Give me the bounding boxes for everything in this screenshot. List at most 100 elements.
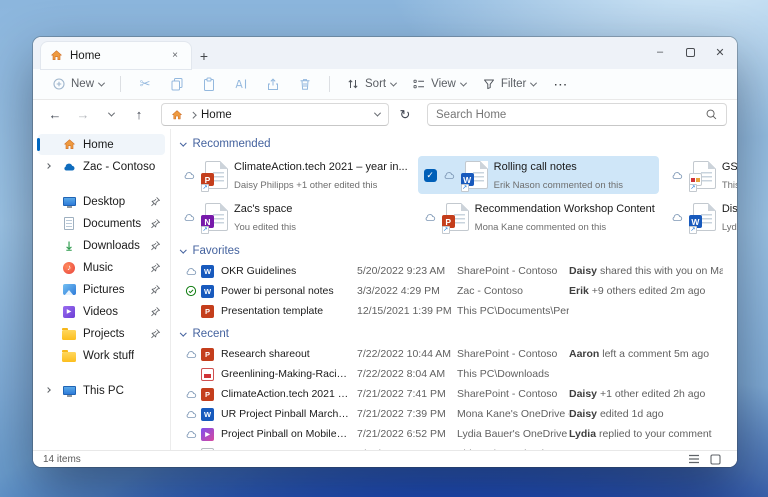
file-title: Discussion topics 1: [722, 203, 737, 215]
breadcrumb-item-home[interactable]: Home: [201, 109, 232, 121]
sidebar-item-this-pc[interactable]: This PC: [38, 380, 165, 401]
copy-icon: [170, 77, 184, 91]
sidebar-item-videos[interactable]: ▶ Videos: [38, 301, 165, 322]
sidebar-item-home[interactable]: Home: [38, 134, 165, 155]
file-name: Research shareout: [221, 348, 357, 360]
expand-chevron-icon[interactable]: [45, 387, 51, 393]
close-button[interactable]: ✕: [705, 37, 735, 67]
collapse-chevron-icon[interactable]: [180, 246, 186, 252]
sidebar-item-onedrive[interactable]: Zac - Contoso: [38, 156, 165, 177]
home-icon: [49, 49, 63, 63]
toolbar-divider: [120, 76, 121, 92]
forward-button[interactable]: →: [71, 104, 95, 126]
item-count: 14 items: [43, 454, 81, 465]
file-row[interactable]: Project Pinball on Mobile KickOff 7/21/2…: [177, 424, 723, 444]
section-title: Recommended: [193, 138, 271, 150]
recent-list: Research shareout 7/22/2022 10:44 AM Sha…: [177, 344, 723, 450]
chevron-down-icon: [460, 79, 467, 86]
file-row[interactable]: Presentation template 12/15/2021 1:39 PM…: [177, 301, 723, 321]
new-button[interactable]: New: [45, 73, 111, 95]
recent-locations-button[interactable]: [99, 104, 123, 126]
recommended-card[interactable]: Zac's spaceYou edited this: [177, 198, 412, 236]
sidebar-item-desktop[interactable]: Desktop: [38, 191, 165, 212]
word-file-icon: [201, 285, 214, 298]
pin-icon[interactable]: [150, 262, 161, 273]
pin-icon[interactable]: [150, 284, 161, 295]
sort-button[interactable]: Sort: [339, 73, 403, 95]
sidebar-item-music[interactable]: ♪ Music: [38, 257, 165, 278]
view-button[interactable]: View: [405, 73, 473, 95]
sidebar-item-work-stuff[interactable]: Work stuff: [38, 345, 165, 366]
section-header-recent[interactable]: Recent: [177, 323, 723, 344]
sidebar-item-pictures[interactable]: Pictures: [38, 279, 165, 300]
file-title: GSF Brand Guideline v01: [722, 161, 737, 173]
filter-button[interactable]: Filter: [475, 73, 544, 95]
pin-icon[interactable]: [150, 240, 161, 251]
file-location: This PC\Documents\Personal: [457, 305, 569, 317]
onenote-file-icon: [205, 203, 228, 231]
minimize-button[interactable]: –: [645, 37, 675, 67]
up-button[interactable]: ↑: [127, 104, 151, 126]
large-icons-view-button[interactable]: [710, 454, 721, 465]
recommended-card[interactable]: ClimateAction.tech 2021 – year in...Dais…: [177, 156, 412, 194]
share-button[interactable]: [258, 72, 288, 96]
address-dropdown-icon[interactable]: [374, 110, 381, 117]
file-row[interactable]: ClimateAction.tech 2021 – year in review…: [177, 384, 723, 404]
file-row[interactable]: Greenlining-Making-Racial-Equity-Rea... …: [177, 364, 723, 384]
breadcrumb[interactable]: Home: [161, 103, 389, 126]
onedrive-cloud-icon: [62, 160, 76, 174]
delete-button[interactable]: [290, 72, 320, 96]
pin-icon[interactable]: [150, 218, 161, 229]
new-label: New: [71, 78, 94, 90]
section-title: Recent: [193, 328, 229, 340]
file-date: 7/22/2022 10:44 AM: [357, 348, 457, 360]
recommended-card[interactable]: GSF Brand Guideline v01 This related to a…: [665, 156, 737, 194]
details-view-button[interactable]: [688, 454, 700, 464]
file-date: 5/20/2022 9:23 AM: [357, 265, 457, 277]
sidebar-divider: [33, 178, 170, 190]
file-activity: This related to a recent meeting: [722, 180, 737, 191]
section-header-recommended[interactable]: Recommended: [177, 133, 723, 154]
sidebar-item-documents[interactable]: Documents: [38, 213, 165, 234]
rename-button[interactable]: [226, 72, 256, 96]
file-activity: Erik +9 others edited 2m ago: [569, 285, 723, 297]
file-row[interactable]: UR Project Pinball March Notes 7/21/2022…: [177, 404, 723, 424]
recommended-grid: ClimateAction.tech 2021 – year in...Dais…: [177, 156, 723, 236]
pin-icon[interactable]: [150, 196, 161, 207]
music-icon: ♪: [62, 261, 76, 275]
sidebar-item-downloads[interactable]: ⤓ Downloads: [38, 235, 165, 256]
shortcut-arrow-icon: [201, 184, 209, 192]
collapse-chevron-icon[interactable]: [180, 329, 186, 335]
file-activity: Daisy edited 1d ago: [569, 408, 723, 420]
file-row[interactable]: OKR Guidelines 5/20/2022 9:23 AM SharePo…: [177, 261, 723, 281]
paste-button[interactable]: [194, 72, 224, 96]
chevron-down-icon: [107, 110, 114, 117]
cut-button[interactable]: ✂: [130, 72, 160, 96]
file-date: 7/21/2022 6:52 PM: [357, 428, 457, 440]
see-more-button[interactable]: ⋯: [545, 76, 576, 93]
expand-chevron-icon[interactable]: [45, 163, 51, 169]
new-tab-button[interactable]: +: [191, 43, 217, 69]
share-icon: [266, 77, 280, 91]
refresh-button[interactable]: ↻: [393, 104, 417, 126]
file-row[interactable]: Power bi personal notes 3/3/2022 4:29 PM…: [177, 281, 723, 301]
search-input[interactable]: [436, 109, 718, 121]
pin-icon[interactable]: [150, 328, 161, 339]
checkbox-checked-icon[interactable]: [424, 169, 437, 182]
sidebar-item-projects[interactable]: Projects: [38, 323, 165, 344]
tab-close-icon[interactable]: ×: [167, 48, 183, 64]
file-activity: Lydia replied to your comment: [569, 428, 723, 440]
recommended-card-selected[interactable]: Rolling call notesErik Nason commented o…: [418, 156, 659, 194]
maximize-button[interactable]: [675, 37, 705, 67]
file-row[interactable]: Research shareout 7/22/2022 10:44 AM Sha…: [177, 344, 723, 364]
recommended-card[interactable]: Recommendation Workshop ContentMona Kane…: [418, 198, 659, 236]
search-box[interactable]: [427, 103, 727, 126]
cloud-status-icon: [185, 410, 197, 419]
pin-icon[interactable]: [150, 306, 161, 317]
collapse-chevron-icon[interactable]: [180, 139, 186, 145]
tab-home[interactable]: Home ×: [41, 42, 191, 69]
copy-button[interactable]: [162, 72, 192, 96]
section-header-favorites[interactable]: Favorites: [177, 240, 723, 261]
recommended-card[interactable]: Discussion topics 1Lydia Bauer + 5 other…: [665, 198, 737, 236]
back-button[interactable]: ←: [43, 104, 67, 126]
